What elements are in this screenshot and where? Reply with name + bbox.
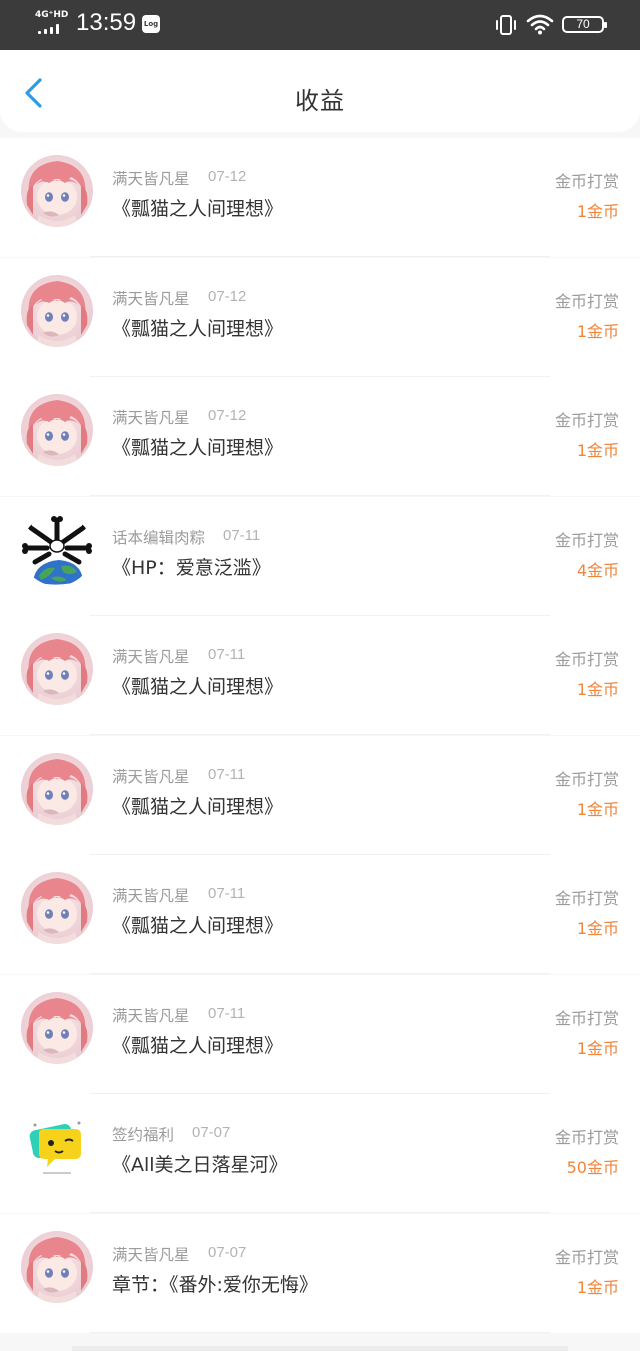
vibrate-icon <box>496 15 516 35</box>
status-time: 13:59 <box>76 9 137 36</box>
earning-row[interactable]: 话本编辑肉粽 07-11 《HP：爱意泛滥》 金币打赏 4金币 <box>0 496 640 616</box>
sender-name: 签约福利 <box>112 1126 175 1144</box>
work-title[interactable]: 《瓢猫之人间理想》 <box>112 314 283 341</box>
avatar[interactable] <box>21 753 93 825</box>
earning-row[interactable]: 满天皆凡星 07-12 《瓢猫之人间理想》 金币打赏 1金币 <box>0 257 640 377</box>
earning-type: 金币打赏 <box>554 530 619 550</box>
avatar[interactable] <box>21 394 93 466</box>
earning-type: 金币打赏 <box>554 172 619 191</box>
work-title[interactable]: 《瓢猫之人间理想》 <box>112 433 283 460</box>
work-title[interactable]: 《All美之日落星河》 <box>112 1150 288 1177</box>
avatar[interactable] <box>21 1111 93 1183</box>
earning-amount: 1金币 <box>576 919 619 938</box>
record-date: 07-11 <box>208 1004 246 1022</box>
earning-row[interactable]: 签约福利 07-07 《All美之日落星河》 金币打赏 50金币 <box>0 1094 640 1213</box>
network-type: 4G⁺HD <box>35 10 69 20</box>
earning-row[interactable]: 满天皆凡星 07-11 《瓢猫之人间理想》 金币打赏 1金币 <box>0 735 640 855</box>
earning-amount: 50金币 <box>566 1158 619 1177</box>
page-title: 收益 <box>295 87 345 115</box>
earning-amount: 1金币 <box>576 321 619 341</box>
earning-row[interactable]: 满天皆凡星 07-07 章节：《番外:爱你无悔》 金币打赏 1金币 <box>0 1213 640 1333</box>
record-date: 07-11 <box>223 526 261 544</box>
earning-type: 金币打赏 <box>554 411 619 430</box>
earning-amount: 1金币 <box>576 1038 619 1058</box>
avatar[interactable] <box>21 275 93 347</box>
earning-type: 金币打赏 <box>554 769 619 789</box>
earning-row[interactable]: 满天皆凡星 07-11 《瓢猫之人间理想》 金币打赏 1金币 <box>0 974 640 1094</box>
work-title[interactable]: 《瓢猫之人间理想》 <box>112 1031 283 1058</box>
record-date: 07-11 <box>208 885 246 902</box>
sender-name: 满天皆凡星 <box>112 289 190 308</box>
earning-amount: 1金币 <box>576 441 619 460</box>
earning-amount: 1金币 <box>576 1277 619 1297</box>
log-app-icon: Log <box>142 15 160 33</box>
record-date: 07-12 <box>208 168 247 185</box>
earning-amount: 1金币 <box>576 680 619 699</box>
earning-row[interactable]: 满天皆凡星 07-12 《瓢猫之人间理想》 金币打赏 1金币 <box>0 377 640 496</box>
next-row-peek <box>72 1346 568 1351</box>
earning-type: 金币打赏 <box>554 650 619 669</box>
battery-icon: 70 <box>562 16 607 33</box>
earning-amount: 1金币 <box>576 799 619 819</box>
status-bar: 4G⁺HD 13:59 Log 70 <box>0 0 640 50</box>
record-date: 07-12 <box>208 407 247 424</box>
sender-name: 话本编辑肉粽 <box>112 528 206 547</box>
earning-type: 金币打赏 <box>554 889 619 908</box>
avatar[interactable] <box>21 992 93 1064</box>
work-title[interactable]: 《瓢猫之人间理想》 <box>112 792 283 819</box>
work-title[interactable]: 《瓢猫之人间理想》 <box>112 194 283 221</box>
page-header: 收益 <box>0 50 640 132</box>
sender-name: 满天皆凡星 <box>112 170 190 188</box>
avatar[interactable] <box>21 514 93 586</box>
wifi-icon <box>526 14 554 35</box>
avatar[interactable] <box>21 1231 93 1303</box>
work-title[interactable]: 章节：《番外:爱你无悔》 <box>112 1270 318 1297</box>
row-divider <box>90 1331 550 1333</box>
earning-row[interactable]: 满天皆凡星 07-11 《瓢猫之人间理想》 金币打赏 1金币 <box>0 855 640 974</box>
avatar[interactable] <box>21 872 93 944</box>
record-date: 07-07 <box>192 1124 231 1141</box>
record-date: 07-12 <box>208 287 247 305</box>
work-title[interactable]: 《瓢猫之人间理想》 <box>112 911 283 938</box>
earning-type: 金币打赏 <box>554 1008 619 1028</box>
earning-type: 金币打赏 <box>554 291 619 311</box>
avatar[interactable] <box>21 633 93 705</box>
avatar[interactable] <box>21 155 93 227</box>
sender-name: 满天皆凡星 <box>112 648 190 666</box>
earning-row[interactable]: 满天皆凡星 07-11 《瓢猫之人间理想》 金币打赏 1金币 <box>0 616 640 735</box>
record-date: 07-11 <box>208 646 246 663</box>
work-title[interactable]: 《HP：爱意泛滥》 <box>112 553 271 580</box>
sender-name: 满天皆凡星 <box>112 409 190 427</box>
earning-type: 金币打赏 <box>554 1247 619 1267</box>
sender-name: 满天皆凡星 <box>112 767 190 786</box>
earning-row[interactable]: 满天皆凡星 07-12 《瓢猫之人间理想》 金币打赏 1金币 <box>0 138 640 257</box>
earning-amount: 1金币 <box>576 202 619 221</box>
earning-type: 金币打赏 <box>554 1128 619 1147</box>
sender-name: 满天皆凡星 <box>112 1245 190 1264</box>
sender-name: 满天皆凡星 <box>112 1006 190 1025</box>
record-date: 07-11 <box>208 765 246 783</box>
record-date: 07-07 <box>208 1243 247 1261</box>
earning-amount: 4金币 <box>576 560 619 580</box>
cellular-signal-icon: 4G⁺HD <box>35 10 69 36</box>
work-title[interactable]: 《瓢猫之人间理想》 <box>112 672 283 699</box>
sender-name: 满天皆凡星 <box>112 887 190 905</box>
